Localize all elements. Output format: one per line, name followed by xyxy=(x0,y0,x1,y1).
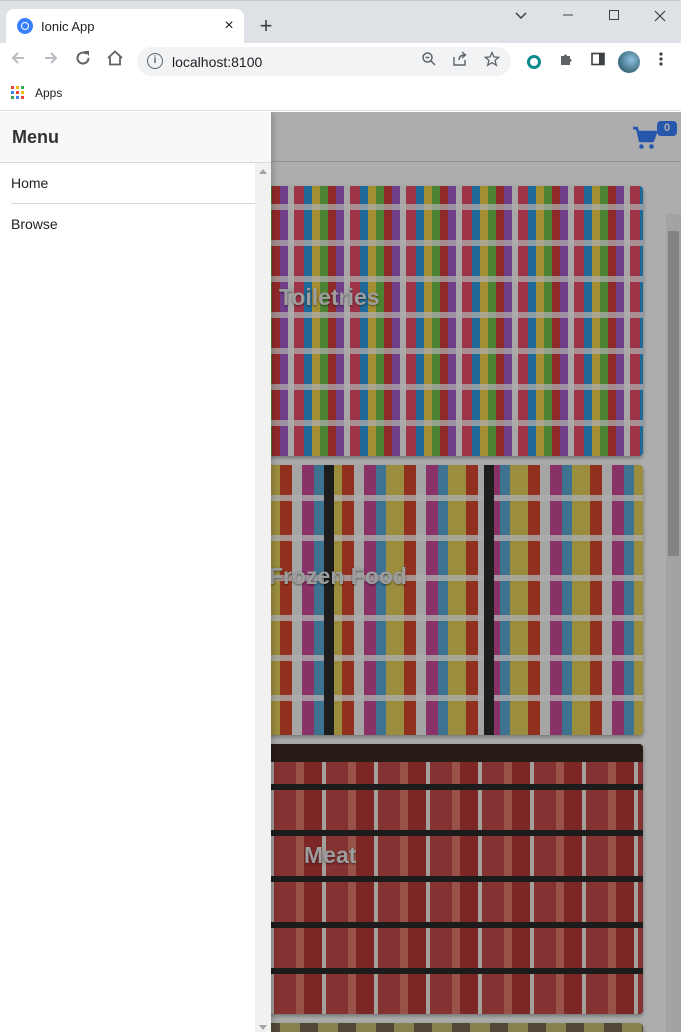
more-vert-icon[interactable] xyxy=(650,51,672,73)
menu-title: Menu xyxy=(12,127,59,147)
forward-arrow-icon[interactable] xyxy=(38,49,64,73)
zoom-out-icon[interactable] xyxy=(419,51,439,71)
tab-title: Ionic App xyxy=(41,19,95,34)
new-tab-button[interactable]: + xyxy=(255,15,277,37)
menu-scrollbar[interactable] xyxy=(255,163,271,1032)
extension-icon[interactable] xyxy=(523,51,545,73)
browser-tab-strip: Ionic App × + xyxy=(0,0,681,44)
menu-item-label: Home xyxy=(11,175,49,191)
menu-item-browse[interactable]: Browse xyxy=(11,204,255,245)
bookmarks-bar: Apps xyxy=(0,80,681,111)
info-icon[interactable]: i xyxy=(147,53,163,69)
tab-search-icon[interactable] xyxy=(508,7,534,25)
star-icon[interactable] xyxy=(482,50,502,71)
share-icon[interactable] xyxy=(450,51,470,71)
menu-item-home[interactable]: Home xyxy=(11,163,255,204)
browser-tab[interactable]: Ionic App × xyxy=(6,9,244,44)
menu-item-label: Browse xyxy=(11,216,58,232)
reload-icon[interactable] xyxy=(70,49,96,73)
side-panel-icon[interactable] xyxy=(587,51,609,73)
maximize-window-icon[interactable] xyxy=(601,7,627,25)
scroll-up-arrow-icon[interactable] xyxy=(259,169,267,174)
menu-list: Home Browse xyxy=(0,163,255,245)
scroll-down-arrow-icon[interactable] xyxy=(259,1025,267,1030)
minimize-window-icon[interactable] xyxy=(555,7,581,25)
puzzle-icon[interactable] xyxy=(555,51,577,73)
url-text[interactable]: localhost:8100 xyxy=(172,54,262,70)
browser-toolbar: i localhost:8100 xyxy=(0,43,681,80)
address-bar[interactable]: i localhost:8100 xyxy=(137,47,511,76)
apps-bookmark[interactable]: Apps xyxy=(35,86,62,100)
back-arrow-icon[interactable] xyxy=(5,49,31,73)
profile-avatar[interactable] xyxy=(618,51,640,73)
side-menu: Menu Home Browse xyxy=(0,112,271,1032)
ionic-favicon-icon xyxy=(17,18,33,34)
home-icon[interactable] xyxy=(102,49,128,73)
close-window-icon[interactable] xyxy=(647,7,673,25)
app-viewport: 0 Toiletries Frozen Food Meat Menu Home … xyxy=(0,112,681,1032)
apps-grid-icon[interactable] xyxy=(11,86,25,100)
tab-close-icon[interactable]: × xyxy=(219,16,239,36)
menu-header: Menu xyxy=(0,112,271,163)
